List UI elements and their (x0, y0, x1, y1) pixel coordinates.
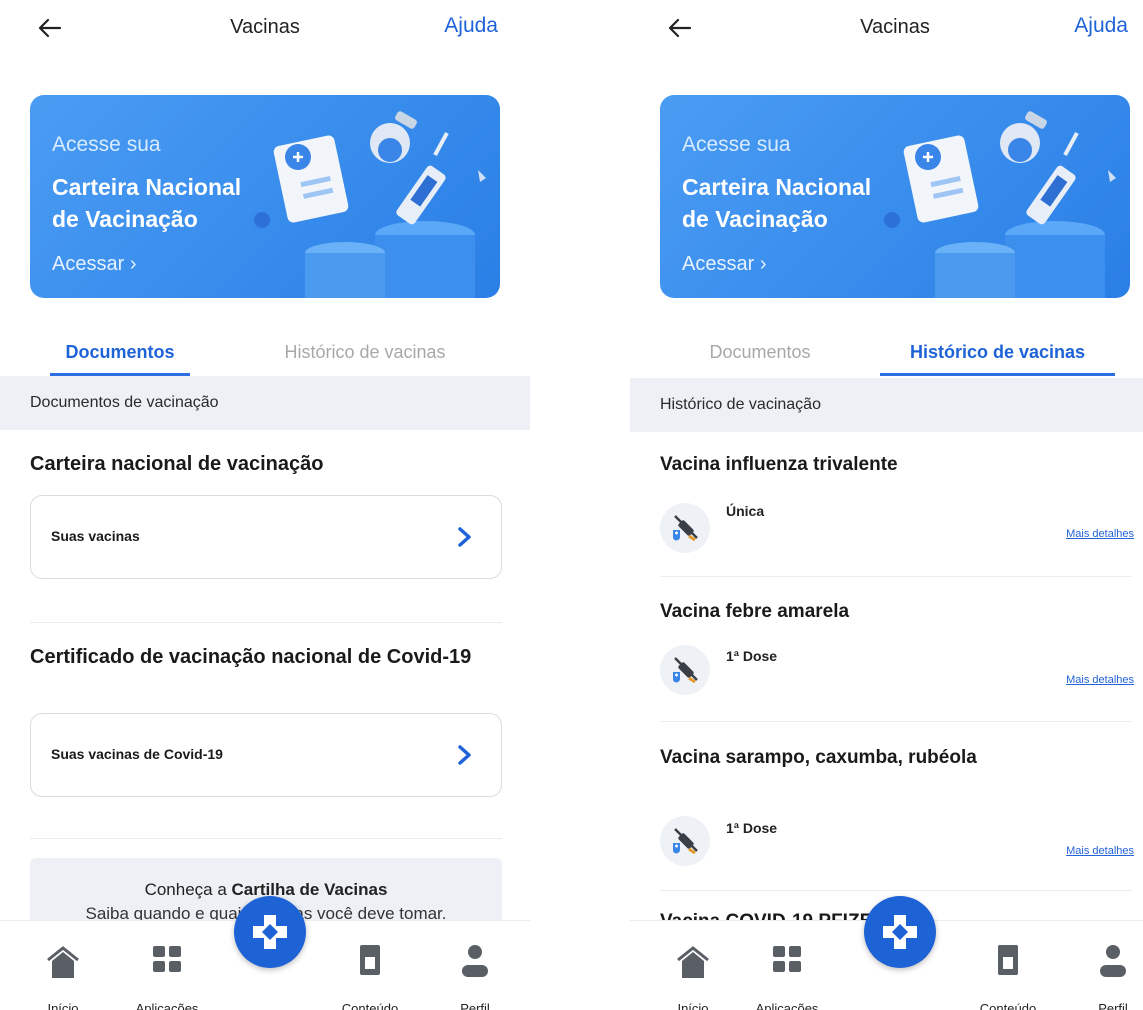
banner-title-line1: Carteira Nacional (52, 174, 242, 200)
banner-title-line2: de Vacinação (52, 206, 198, 233)
book-icon (360, 945, 380, 975)
chevron-right-icon: › (129, 253, 137, 275)
dose-label: Única (726, 503, 765, 519)
banner-title-line2: de Vacinação (682, 206, 828, 233)
chevron-right-icon (458, 527, 471, 547)
banner-pretitle: Acesse sua (52, 133, 161, 156)
syringe-shield-icon (660, 503, 710, 553)
banner-access-link[interactable]: Acessar › (682, 253, 766, 276)
page-title: Vacinas (860, 16, 930, 38)
tab-vaccine-history[interactable]: Histórico de vacinas (880, 330, 1115, 376)
nav-applications[interactable]: Aplicações (742, 921, 832, 1010)
dose-label: 1ª Dose (726, 820, 778, 836)
vaccination-card-banner[interactable]: Acesse sua Carteira Nacional de Vacinaçã… (660, 95, 1130, 298)
home-icon (677, 946, 709, 978)
user-icon (1100, 945, 1126, 977)
group-title: Certificado de vacinação nacional de Cov… (30, 646, 472, 668)
banner-title: Carteira Nacional de Vacinação (52, 171, 241, 235)
top-bar: Vacinas Ajuda (630, 0, 1143, 60)
vaccination-card-banner[interactable]: Acesse sua Carteira Nacional de Vacinaçã… (30, 95, 500, 298)
health-center-button[interactable] (234, 896, 306, 968)
vaccine-name: Vacina sarampo, caxumba, rubéola (660, 747, 977, 768)
divider (660, 576, 1132, 577)
chevron-right-icon (458, 745, 471, 765)
vaccine-name: Vacina influenza trivalente (660, 454, 898, 475)
nav-label: Início (677, 1001, 709, 1010)
health-cross-icon (253, 915, 287, 949)
section-header: Documentos de vacinação (0, 376, 530, 430)
divider (30, 838, 502, 839)
section-header: Histórico de vacinação (630, 378, 1143, 432)
nav-label: Conteúdo (979, 1001, 1037, 1010)
nav-label: Perfil (1098, 1001, 1128, 1010)
tab-vaccine-history[interactable]: Histórico de vacinas (255, 330, 475, 376)
section-title: Histórico de vacinação (660, 396, 821, 413)
nav-home[interactable]: Início (660, 921, 726, 1010)
syringe-shield-icon (660, 645, 710, 695)
covid-vaccines-card[interactable]: Suas vacinas de Covid-19 (30, 713, 502, 797)
divider (660, 890, 1132, 891)
vaccine-illustration-icon (254, 111, 486, 298)
banner-pretitle: Acesse sua (682, 133, 791, 156)
card-label: Suas vacinas (51, 528, 140, 544)
tab-bar: Documentos Histórico de vacinas (630, 330, 1143, 376)
more-details-link[interactable]: Mais detalhes (1066, 845, 1134, 857)
nav-profile[interactable]: Perfil (1078, 921, 1143, 1010)
home-icon (47, 946, 79, 978)
divider (660, 721, 1132, 722)
dose-label: 1ª Dose (726, 648, 778, 664)
grid-icon (153, 946, 181, 972)
nav-content[interactable]: Conteúdo (330, 921, 410, 1010)
nav-label: Conteúdo (341, 1001, 399, 1010)
tab-documents[interactable]: Documentos (50, 330, 190, 376)
syringe-shield-icon (660, 816, 710, 866)
more-details-link[interactable]: Mais detalhes (1066, 674, 1134, 686)
banner-cta-label: Acessar (52, 253, 125, 275)
banner-access-link[interactable]: Acessar › (52, 253, 136, 276)
grid-icon (773, 946, 801, 972)
nav-content[interactable]: Conteúdo (968, 921, 1048, 1010)
vaccine-name: Vacina febre amarela (660, 601, 850, 622)
group-title: Carteira nacional de vacinação (30, 453, 324, 475)
help-link[interactable]: Ajuda (1074, 14, 1128, 38)
nav-label: Aplicações (135, 1001, 199, 1010)
nav-applications[interactable]: Aplicações (122, 921, 212, 1010)
divider (30, 622, 502, 623)
nav-label: Perfil (460, 1001, 490, 1010)
help-link[interactable]: Ajuda (444, 14, 498, 38)
tab-bar: Documentos Histórico de vacinas (0, 330, 530, 376)
section-title: Documentos de vacinação (30, 394, 219, 411)
more-details-link[interactable]: Mais detalhes (1066, 528, 1134, 540)
banner-cta-label: Acessar (682, 253, 755, 275)
history-screen: Vacinas Ajuda Acesse sua Carteira Nacion… (630, 0, 1143, 1010)
tab-documents[interactable]: Documentos (685, 330, 835, 376)
book-icon (998, 945, 1018, 975)
nav-label: Início (47, 1001, 79, 1010)
documents-screen: Vacinas Ajuda Acesse sua Carteira Nacion… (0, 0, 530, 1010)
banner-title-line1: Carteira Nacional (682, 174, 872, 200)
chevron-right-icon: › (759, 253, 767, 275)
nav-home[interactable]: Início (30, 921, 96, 1010)
nav-profile[interactable]: Perfil (440, 921, 510, 1010)
card-label: Suas vacinas de Covid-19 (51, 746, 223, 762)
nav-label: Aplicações (755, 1001, 819, 1010)
your-vaccines-card[interactable]: Suas vacinas (30, 495, 502, 579)
top-bar: Vacinas Ajuda (0, 0, 530, 60)
banner-title: Carteira Nacional de Vacinação (682, 171, 871, 235)
vaccine-illustration-icon (884, 111, 1116, 298)
user-icon (462, 945, 488, 977)
health-center-button[interactable] (864, 896, 936, 968)
health-cross-icon (883, 915, 917, 949)
